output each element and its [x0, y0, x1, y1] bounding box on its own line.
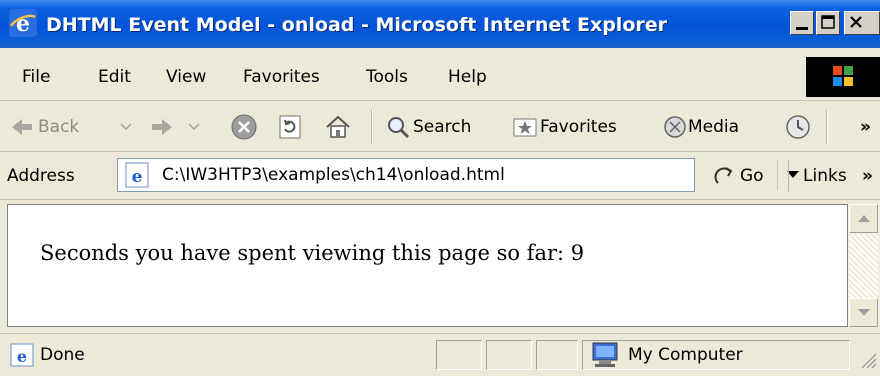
my-computer-icon [592, 342, 618, 367]
media-label: Media [688, 117, 740, 137]
back-label: Back [38, 117, 80, 137]
go-label[interactable]: Go [740, 153, 764, 199]
menu-tools[interactable]: Tools [366, 54, 408, 100]
refresh-button[interactable] [274, 103, 308, 151]
status-main-panel [0, 340, 434, 370]
maximize-button[interactable] [816, 11, 840, 35]
scroll-up-button[interactable] [849, 204, 878, 233]
favorites-button[interactable]: Favorites [512, 103, 644, 151]
home-button[interactable] [322, 103, 356, 151]
maximize-icon [821, 15, 835, 29]
back-arrow-icon [12, 119, 32, 135]
chevron-down-icon [858, 309, 870, 316]
minimize-icon [796, 27, 808, 30]
scroll-down-button[interactable] [849, 298, 878, 327]
favorites-star-icon [513, 118, 537, 137]
menu-view[interactable]: View [166, 54, 206, 100]
address-label: Address [7, 166, 75, 186]
history-button[interactable] [782, 103, 816, 151]
svg-text:e: e [132, 167, 143, 187]
address-field[interactable]: e C:\IW3HTP3\examples\ch14\onload.html [117, 158, 809, 192]
elapsed-seconds-text: Seconds you have spent viewing this page… [40, 241, 585, 265]
address-bar: Address e C:\IW3HTP3\examples\ch14\onloa… [0, 153, 880, 200]
scroll-track[interactable] [849, 234, 878, 298]
chevron-down-icon [120, 123, 132, 131]
home-icon [326, 115, 350, 138]
status-bar: e Done My Computer [0, 333, 880, 376]
forward-button[interactable] [150, 103, 220, 151]
refresh-icon [279, 115, 301, 139]
browser-window: e DHTML Event Model - onload - Microsoft… [0, 0, 880, 376]
close-icon [850, 16, 862, 28]
stop-button[interactable] [228, 103, 262, 151]
toolbar-separator [371, 110, 373, 144]
window-title: DHTML Event Model - onload - Microsoft I… [46, 14, 667, 36]
search-label: Search [413, 117, 472, 137]
menu-help[interactable]: Help [448, 54, 487, 100]
search-button[interactable]: Search [385, 103, 489, 151]
links-overflow-chevron[interactable]: » [862, 153, 873, 199]
media-icon [664, 116, 686, 138]
chevron-up-icon [858, 215, 870, 222]
links-label[interactable]: Links [803, 153, 847, 199]
standard-toolbar: Back Search Favorites Media » [0, 103, 880, 152]
go-button[interactable] [712, 163, 738, 189]
close-button[interactable] [844, 11, 880, 35]
search-icon [388, 117, 410, 139]
go-arrow-icon [714, 167, 733, 184]
menu-edit[interactable]: Edit [98, 54, 131, 100]
internet-explorer-icon: e [9, 9, 37, 37]
toolbar-separator [826, 110, 828, 144]
history-icon [786, 115, 810, 139]
toolbar-overflow-chevron[interactable]: » [860, 103, 871, 151]
status-panel-privacy [536, 340, 578, 370]
menu-favorites[interactable]: Favorites [243, 54, 320, 100]
page-content: Seconds you have spent viewing this page… [7, 204, 848, 327]
status-panel-progress [436, 340, 482, 370]
stop-icon [231, 114, 257, 140]
title-bar[interactable]: e DHTML Event Model - onload - Microsoft… [0, 0, 880, 48]
menu-bar: File Edit View Favorites Tools Help [0, 54, 880, 101]
windows-logo [806, 57, 880, 97]
page-icon: e [125, 162, 149, 188]
menu-file[interactable]: File [22, 54, 50, 100]
forward-arrow-icon [152, 119, 172, 135]
media-button[interactable]: Media [662, 103, 762, 151]
address-separator [788, 160, 789, 192]
status-panel-security [486, 340, 532, 370]
resize-grip-icon[interactable] [856, 348, 878, 370]
address-url[interactable]: C:\IW3HTP3\examples\ch14\onload.html [162, 159, 505, 191]
favorites-label: Favorites [540, 117, 617, 137]
windows-flag-icon [833, 66, 853, 86]
vertical-scrollbar[interactable] [848, 204, 880, 327]
back-button[interactable]: Back [10, 103, 142, 151]
minimize-button[interactable] [790, 11, 814, 35]
chevron-down-icon [188, 123, 200, 131]
status-zone-label: My Computer [628, 345, 743, 365]
